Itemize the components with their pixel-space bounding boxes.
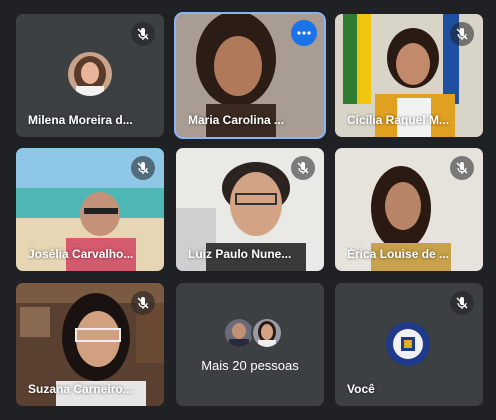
participant-tile-cicilia[interactable]: Cicília Raquel M... [335, 14, 483, 137]
mic-muted-icon [131, 291, 155, 315]
participant-name: Milena Moreira d... [28, 113, 133, 127]
mic-muted-icon [291, 156, 315, 180]
more-participants-label: Mais 20 pessoas [201, 358, 299, 373]
participant-name: Josélia Carvalho... [28, 247, 134, 261]
participant-name: Luiz Paulo Nune... [188, 247, 292, 261]
mic-muted-icon [131, 22, 155, 46]
mic-muted-icon [450, 291, 474, 315]
avatar [251, 317, 283, 349]
participant-tile-suzana[interactable]: Suzana Carneiro... [16, 283, 164, 406]
overflow-avatars [223, 317, 283, 349]
mic-muted-icon [450, 156, 474, 180]
participant-name: Cicília Raquel M... [347, 113, 450, 127]
participant-tile-maria[interactable]: Maria Carolina ... [174, 12, 326, 139]
participant-tile-erica[interactable]: Érica Louise de ... [335, 148, 483, 271]
participant-name: Você [347, 382, 375, 396]
more-options-button[interactable] [291, 20, 317, 46]
participant-name: Suzana Carneiro... [28, 382, 133, 396]
avatar [386, 322, 430, 366]
mic-muted-icon [450, 22, 474, 46]
avatar [68, 52, 112, 96]
more-participants-tile[interactable]: Mais 20 pessoas [176, 283, 324, 406]
self-tile[interactable]: Você [335, 283, 483, 406]
more-icon [297, 31, 311, 35]
participant-tile-luiz[interactable]: Luiz Paulo Nune... [176, 148, 324, 271]
mic-muted-icon [131, 156, 155, 180]
participant-name: Maria Carolina ... [188, 113, 285, 127]
participant-tile-joselia[interactable]: Josélia Carvalho... [16, 148, 164, 271]
participant-name: Érica Louise de ... [347, 247, 450, 261]
participant-tile-milena[interactable]: Milena Moreira d... [16, 14, 164, 137]
